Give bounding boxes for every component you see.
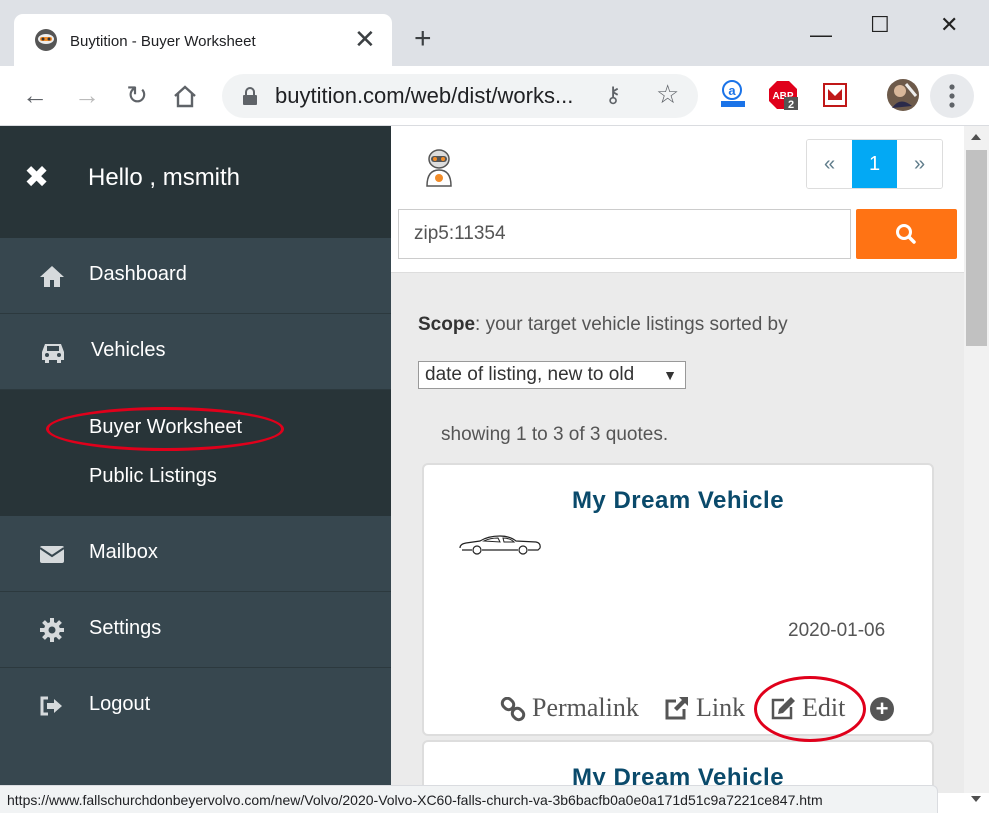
- scope-text: Scope: your target vehicle listings sort…: [418, 314, 788, 336]
- edit-pencil-icon: [771, 697, 795, 720]
- pager-next-button[interactable]: »: [897, 140, 942, 188]
- sort-select[interactable]: date of listing, new to old ▼: [418, 361, 686, 389]
- sidebar-item-label: Settings: [89, 617, 162, 639]
- adblock-plus-extension-icon[interactable]: ABP 2: [768, 80, 798, 110]
- edit-label: Edit: [802, 693, 846, 722]
- card-date: 2020-01-06: [788, 620, 886, 641]
- scope-label: Scope: [418, 314, 476, 335]
- extension-badge-count: 2: [788, 99, 794, 110]
- sidebar-item-label: Dashboard: [89, 263, 187, 285]
- minimize-icon[interactable]: —: [810, 22, 832, 48]
- bookmark-star-icon[interactable]: ☆: [656, 79, 679, 110]
- sidebar-item-mailbox[interactable]: Mailbox: [0, 516, 391, 592]
- car-outline-icon: [459, 535, 541, 555]
- sidebar-header: ✖ Hello , msmith: [0, 126, 391, 238]
- car-icon: [42, 344, 64, 363]
- search-icon: [896, 224, 916, 244]
- svg-text:a: a: [728, 83, 736, 98]
- pagination: « 1 »: [806, 139, 943, 189]
- lock-icon: [243, 87, 257, 105]
- vehicles-submenu: Buyer Worksheet Public Listings: [0, 390, 391, 516]
- forward-icon[interactable]: →: [72, 78, 102, 112]
- page-scrollbar[interactable]: [964, 126, 989, 802]
- submenu-item-buyer-worksheet[interactable]: Buyer Worksheet: [89, 416, 242, 439]
- sidebar-item-label: Vehicles: [91, 339, 166, 361]
- sidebar-item-dashboard[interactable]: Dashboard: [0, 238, 391, 314]
- back-icon[interactable]: ←: [20, 78, 50, 112]
- search-button[interactable]: [856, 209, 957, 259]
- browser-toolbar: ← → ↻ buytition.com/web/dist/works... ⚷ …: [0, 66, 989, 126]
- new-tab-icon[interactable]: +: [414, 24, 432, 54]
- sidebar-item-vehicles[interactable]: Vehicles: [0, 314, 391, 390]
- sort-selected-value: date of listing, new to old: [425, 364, 635, 385]
- sidebar-item-settings[interactable]: Settings: [0, 592, 391, 668]
- window-close-icon[interactable]: ✕: [940, 12, 958, 38]
- external-link-icon: [665, 697, 688, 720]
- buytition-robot-logo: [426, 149, 452, 187]
- pager-prev-button[interactable]: «: [807, 140, 852, 188]
- main-content: « 1 » zip5:11354 Scope: your target vehi…: [391, 126, 964, 813]
- envelope-icon: [39, 546, 65, 563]
- results-count: showing 1 to 3 of 3 quotes.: [441, 424, 669, 445]
- home-icon: [40, 266, 64, 287]
- browser-tab[interactable]: Buytition - Buyer Worksheet ✕: [14, 14, 392, 66]
- sign-out-icon: [40, 696, 62, 716]
- sidebar-item-label: Logout: [89, 693, 151, 715]
- reload-icon[interactable]: ↻: [122, 78, 152, 112]
- pager-page-button[interactable]: 1: [852, 140, 897, 188]
- tab-title: Buytition - Buyer Worksheet: [70, 33, 256, 50]
- quote-card: My Dream Vehicle 2020-01-06 Permalink Li…: [422, 463, 934, 736]
- browser-menu-button[interactable]: [930, 74, 974, 118]
- permalink-label: Permalink: [532, 693, 639, 722]
- maximize-icon[interactable]: ☐: [870, 12, 890, 38]
- sidebar-item-label: Mailbox: [89, 541, 158, 563]
- submenu-item-public-listings[interactable]: Public Listings: [89, 465, 217, 488]
- gear-icon: [40, 618, 64, 642]
- link-chain-icon: [500, 697, 526, 722]
- main-topbar: « 1 » zip5:11354: [391, 126, 964, 273]
- home-button-icon[interactable]: [172, 84, 198, 108]
- greeting: Hello , msmith: [88, 164, 241, 191]
- link-status-bar: https://www.fallschurchdonbeyervolvo.com…: [0, 785, 938, 813]
- scrollbar-thumb[interactable]: [966, 150, 987, 346]
- tab-close-icon[interactable]: ✕: [354, 26, 376, 52]
- scope-description: : your target vehicle listings sorted by: [475, 314, 788, 335]
- scroll-up-arrow-icon[interactable]: [971, 134, 981, 140]
- scroll-down-arrow-icon[interactable]: [971, 796, 981, 802]
- browser-tabstrip: Buytition - Buyer Worksheet ✕ + — ☐ ✕: [0, 0, 989, 66]
- dropdown-arrow-icon: ▼: [663, 367, 677, 383]
- key-icon[interactable]: ⚷: [605, 82, 621, 108]
- add-circle-icon[interactable]: +: [870, 697, 894, 721]
- search-input[interactable]: zip5:11354: [398, 209, 851, 259]
- sidebar-close-icon[interactable]: ✖: [24, 160, 49, 195]
- card-title[interactable]: My Dream Vehicle: [424, 487, 932, 515]
- link-label: Link: [696, 693, 746, 722]
- amazon-assistant-extension-icon[interactable]: a: [718, 80, 748, 110]
- url-text: buytition.com/web/dist/works...: [275, 83, 574, 108]
- sidebar-item-logout[interactable]: Logout: [0, 668, 391, 744]
- profile-avatar[interactable]: [886, 78, 920, 112]
- mcafee-extension-icon[interactable]: [820, 80, 850, 110]
- address-bar[interactable]: buytition.com/web/dist/works... ⚷ ☆: [222, 74, 698, 118]
- kebab-menu-icon: [949, 84, 955, 108]
- buytition-favicon-icon: [35, 29, 57, 51]
- sidebar: ✖ Hello , msmith Dashboard Vehicles Buye…: [0, 126, 391, 793]
